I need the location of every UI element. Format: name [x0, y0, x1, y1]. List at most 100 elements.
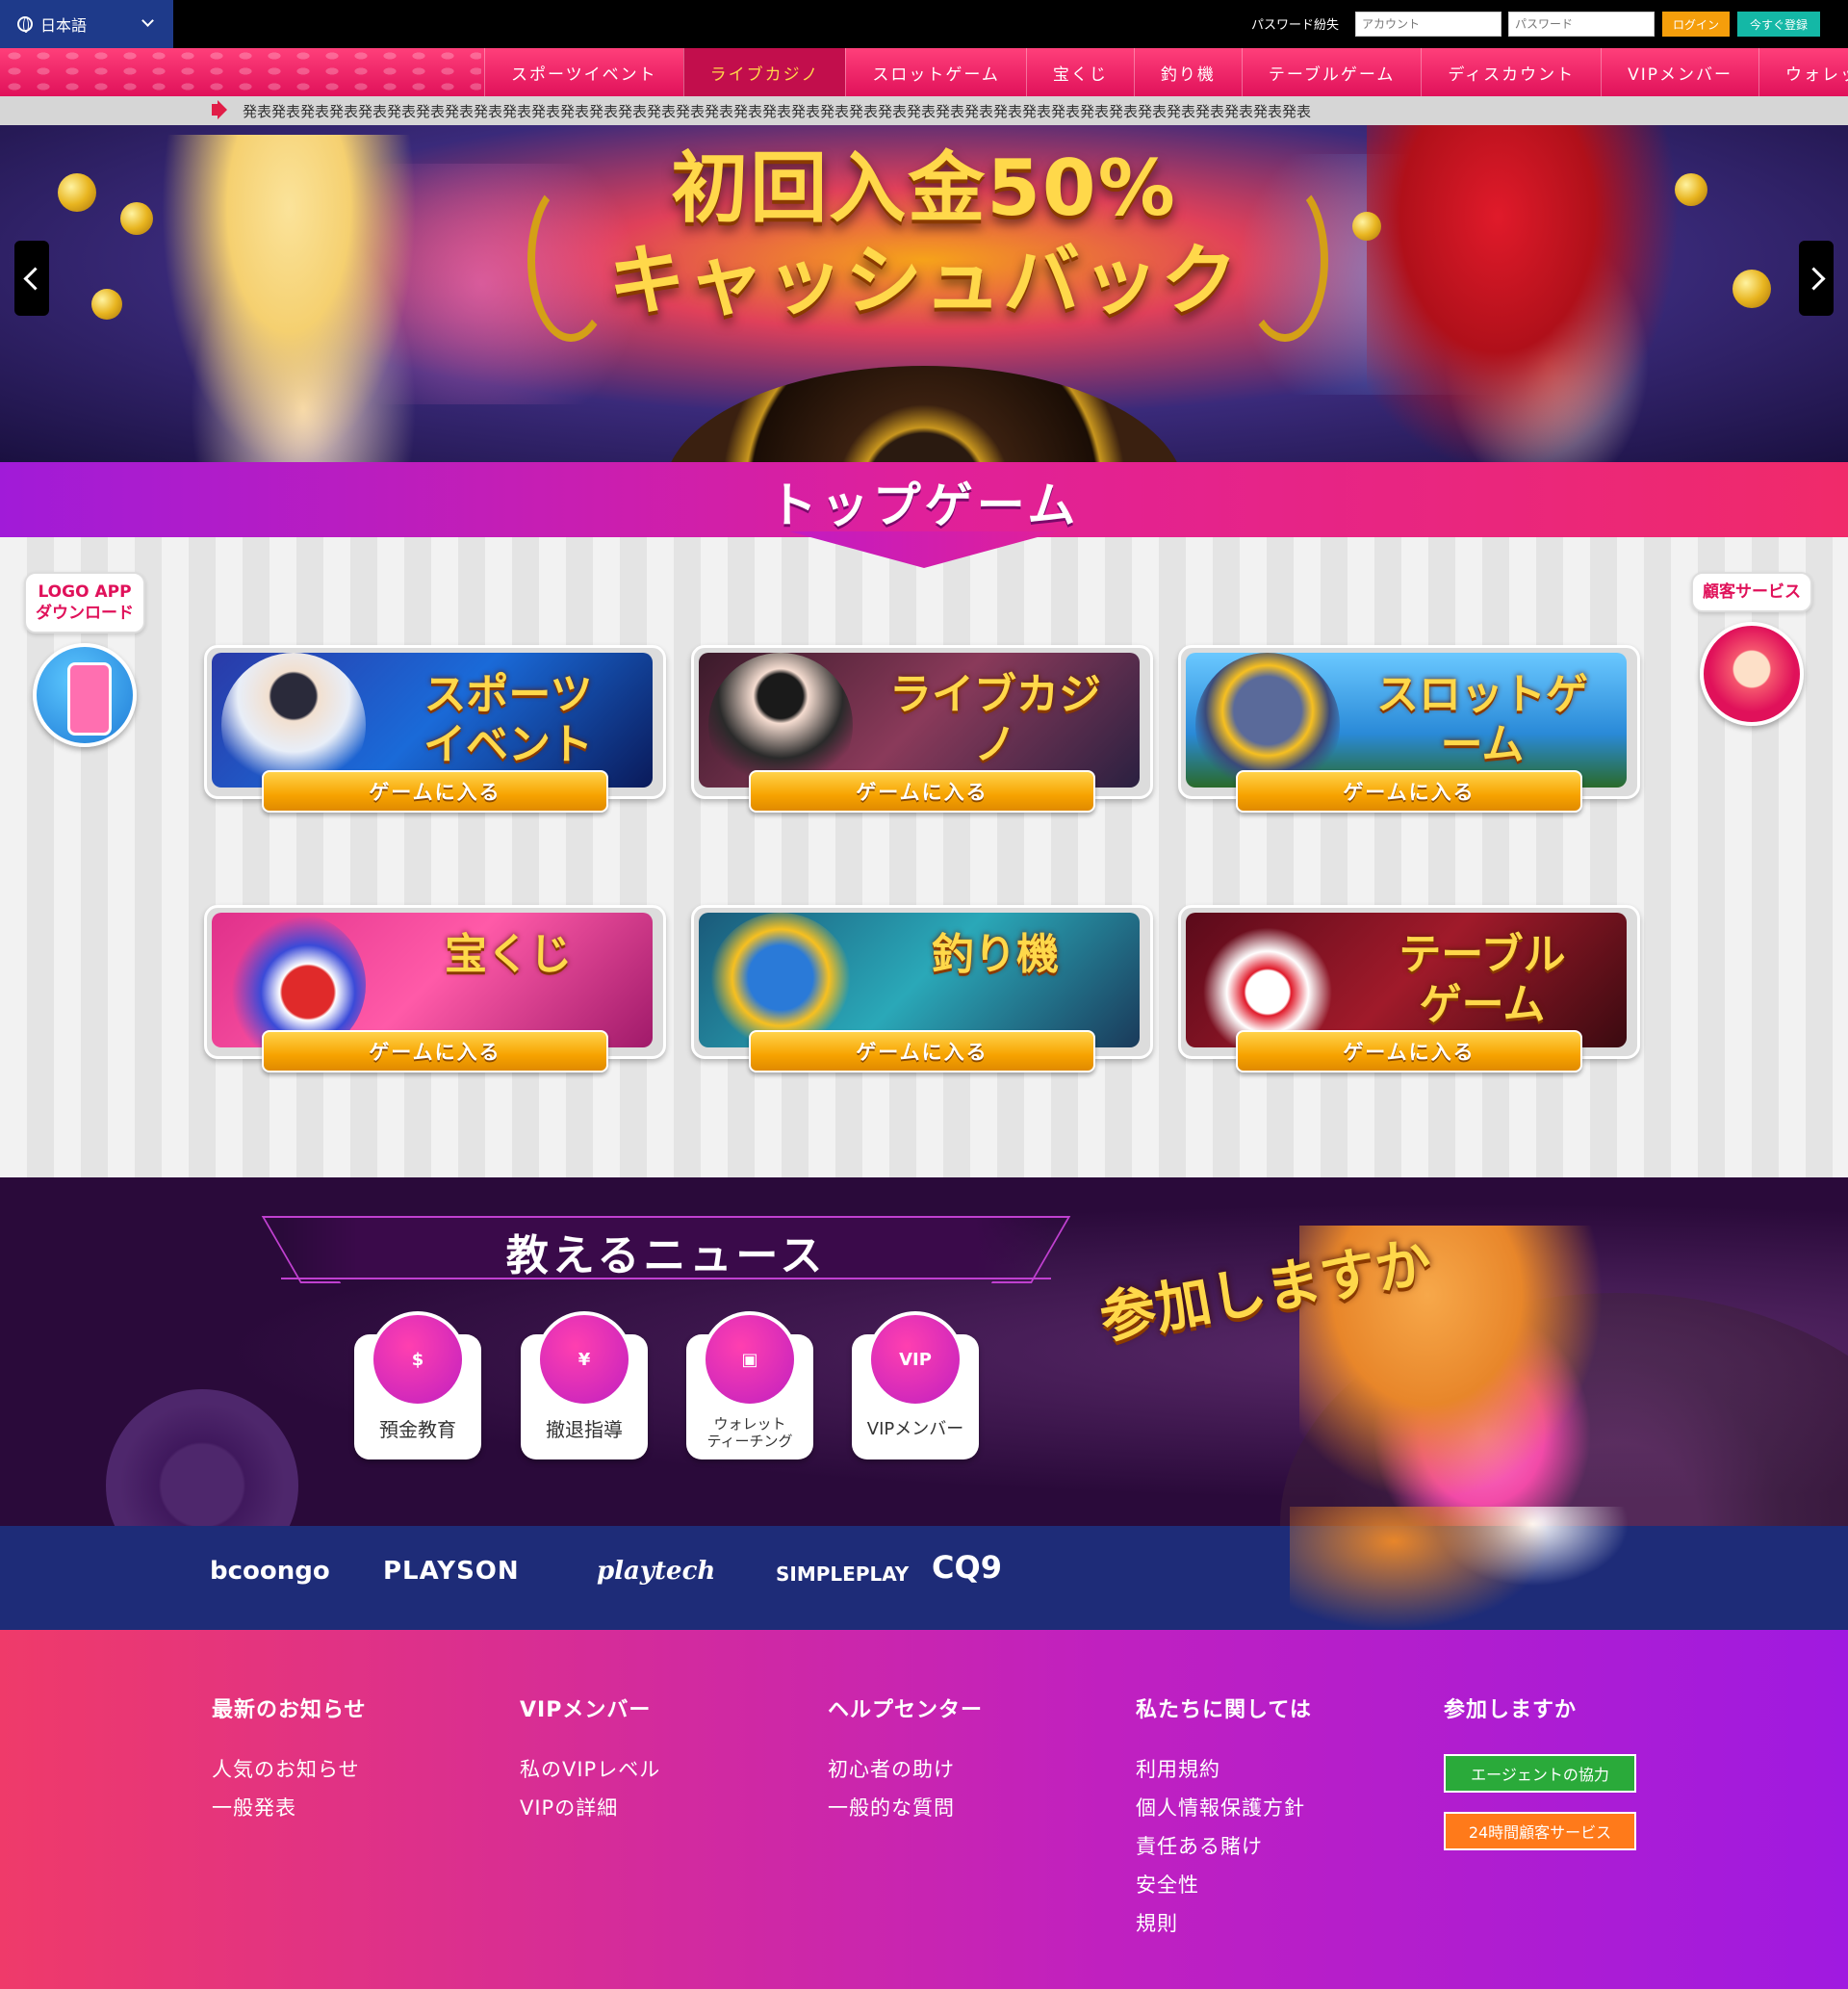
- provider-logo-playtech: playtech: [597, 1557, 716, 1586]
- piggy-bank-icon: $: [370, 1311, 466, 1408]
- news-card-withdraw[interactable]: ¥ 撤退指導: [521, 1311, 648, 1459]
- speaker-icon: [212, 100, 227, 119]
- nav-item-slots[interactable]: スロットゲーム: [845, 48, 1026, 96]
- footer-link[interactable]: 安全性: [1136, 1870, 1424, 1908]
- news-card-label: VIPメンバー: [866, 1419, 964, 1439]
- news-title: 教えるニュース: [505, 1231, 827, 1280]
- enter-game-button[interactable]: ゲームに入る: [1236, 1030, 1582, 1072]
- shark-image: [708, 913, 853, 1047]
- customer-service-bubble: 顧客サービス: [1691, 572, 1812, 612]
- phone-icon: [33, 643, 137, 747]
- main-nav: スポーツイベント ライブカジノ スロットゲーム 宝くじ 釣り機 テーブルゲーム …: [0, 48, 1848, 96]
- enter-game-button[interactable]: ゲームに入る: [749, 770, 1095, 813]
- carousel-next-button[interactable]: [1799, 241, 1834, 316]
- footer-link[interactable]: 一般的な質問: [828, 1793, 1116, 1831]
- customer-service-button[interactable]: 24時間顧客サービス: [1444, 1812, 1636, 1850]
- top-games-title: トップゲーム: [768, 478, 1080, 533]
- game-card-table-games[interactable]: テーブル ゲーム ゲームに入る: [1178, 905, 1640, 1072]
- top-games-area: [0, 537, 1848, 1177]
- footer-heading: 参加しますか: [1444, 1698, 1578, 1722]
- footer-link[interactable]: 利用規約: [1136, 1754, 1424, 1793]
- nav-item-fishing[interactable]: 釣り機: [1133, 48, 1242, 96]
- game-card-fishing[interactable]: 釣り機 ゲームに入る: [691, 905, 1153, 1072]
- game-title: ライブカジノ: [889, 670, 1101, 769]
- game-title: スポーツ: [424, 670, 593, 719]
- roulette-wheel-image: [664, 366, 1184, 462]
- game-title: ゲーム: [1419, 980, 1546, 1029]
- lottery-balls-image: [221, 913, 366, 1047]
- footer-column-about: 私たちに関しては 利用規約 個人情報保護方針 責任ある賭け 安全性 規則: [1136, 1692, 1424, 1947]
- soccer-player-image: [221, 653, 366, 788]
- register-button[interactable]: 今すぐ登録: [1737, 12, 1820, 37]
- game-title: イベント: [424, 720, 593, 769]
- game-title: テーブル: [1399, 930, 1566, 979]
- app-download-widget[interactable]: LOGO APP ダウンロード: [24, 572, 145, 747]
- enter-game-button[interactable]: ゲームに入る: [262, 1030, 608, 1072]
- enter-game-button[interactable]: ゲームに入る: [1236, 770, 1582, 813]
- chevron-down-icon: [141, 14, 154, 27]
- provider-logo-simpleplay: SIMPLEPLAY: [776, 1563, 910, 1586]
- footer-link[interactable]: 初心者の助け: [828, 1754, 1116, 1793]
- footer-column-join: 参加しますか エージェントの協力 24時間顧客サービス: [1444, 1692, 1732, 1870]
- enter-game-button[interactable]: ゲームに入る: [749, 1030, 1095, 1072]
- game-card-sports[interactable]: スポーツ イベント ゲームに入る: [204, 645, 666, 813]
- footer-column-news: 最新のお知らせ 人気のお知らせ 一般発表: [212, 1692, 500, 1831]
- game-card-lottery[interactable]: 宝くじ ゲームに入る: [204, 905, 666, 1072]
- top-bar: 日本語 パスワード紛失 ログイン 今すぐ登録: [0, 0, 1848, 48]
- nav-item-discount[interactable]: ディスカウント: [1421, 48, 1601, 96]
- footer-link[interactable]: 個人情報保護方針: [1136, 1793, 1424, 1831]
- footer-link[interactable]: 一般発表: [212, 1793, 500, 1831]
- gorilla-image: [1195, 653, 1340, 788]
- poker-chip-cards-image: [1195, 913, 1340, 1047]
- news-card-label: ウォレット ティーチング: [706, 1415, 793, 1450]
- game-title: スロットゲーム: [1376, 670, 1588, 769]
- footer-column-vip: VIPメンバー 私のVIPレベル VIPの詳細: [520, 1692, 808, 1831]
- hero-headline-line-1: 初回入金50%: [671, 143, 1177, 233]
- footer-link[interactable]: 人気のお知らせ: [212, 1754, 500, 1793]
- nav-item-vip[interactable]: VIPメンバー: [1601, 48, 1758, 96]
- money-withdraw-icon: ¥: [536, 1311, 632, 1408]
- game-title: 釣り機: [932, 930, 1059, 979]
- news-section: 教えるニュース 参加しますか $ 預金教育 ¥ 撤退指導 ▣ ウォレット ティー…: [0, 1177, 1848, 1526]
- footer-link[interactable]: 責任ある賭け: [1136, 1831, 1424, 1870]
- hero-banner[interactable]: 初回入金50% キャッシュバック: [0, 125, 1848, 462]
- footer-column-help: ヘルプセンター 初心者の助け 一般的な質問: [828, 1692, 1116, 1831]
- announcement-ticker: 発表発表発表発表発表発表発表発表発表発表発表発表発表発表発表発表発表発表発表発表…: [0, 96, 1848, 125]
- app-download-bubble: LOGO APP ダウンロード: [24, 572, 145, 633]
- news-card-vip[interactable]: VIP VIPメンバー: [852, 1311, 979, 1459]
- nav-item-wallet[interactable]: ウォレット: [1758, 48, 1848, 96]
- game-card-slots[interactable]: スロットゲーム ゲームに入る: [1178, 645, 1640, 813]
- game-card-live-casino[interactable]: ライブカジノ ゲームに入る: [691, 645, 1153, 813]
- footer: 最新のお知らせ 人気のお知らせ 一般発表 VIPメンバー 私のVIPレベル VI…: [0, 1630, 1848, 1989]
- nav-item-lottery[interactable]: 宝くじ: [1025, 48, 1134, 96]
- nav-item-sports[interactable]: スポーツイベント: [484, 48, 683, 96]
- language-selector[interactable]: 日本語: [0, 0, 173, 48]
- footer-link[interactable]: 私のVIPレベル: [520, 1754, 808, 1793]
- globe-icon: [17, 16, 33, 33]
- footer-heading: 最新のお知らせ: [212, 1698, 367, 1722]
- nav-decoration: [0, 48, 481, 96]
- language-label: 日本語: [40, 16, 88, 35]
- news-card-label: 預金教育: [379, 1418, 456, 1441]
- enter-game-button[interactable]: ゲームに入る: [262, 770, 608, 813]
- password-input[interactable]: [1508, 12, 1655, 37]
- login-button[interactable]: ログイン: [1662, 12, 1730, 37]
- hero-headline: 初回入金50% キャッシュバック: [0, 142, 1848, 327]
- agent-cooperation-button[interactable]: エージェントの協力: [1444, 1754, 1636, 1793]
- customer-service-widget[interactable]: 顧客サービス: [1691, 572, 1812, 726]
- provider-logo-playson: PLAYSON: [383, 1557, 520, 1586]
- carousel-prev-button[interactable]: [14, 241, 49, 316]
- ticker-text[interactable]: 発表発表発表発表発表発表発表発表発表発表発表発表発表発表発表発表発表発表発表発表…: [243, 101, 1330, 121]
- news-card-wallet[interactable]: ▣ ウォレット ティーチング: [686, 1311, 813, 1459]
- account-input[interactable]: [1355, 12, 1502, 37]
- news-card-label: 撤退指導: [546, 1418, 623, 1441]
- nav-item-live-casino[interactable]: ライブカジノ: [682, 48, 846, 96]
- footer-link[interactable]: VIPの詳細: [520, 1793, 808, 1831]
- cat-girl-image: [708, 653, 853, 788]
- forgot-password-link[interactable]: パスワード紛失: [1251, 14, 1339, 33]
- nav-item-table-games[interactable]: テーブルゲーム: [1241, 48, 1421, 96]
- news-card-deposit[interactable]: $ 預金教育: [354, 1311, 481, 1459]
- footer-link[interactable]: 規則: [1136, 1908, 1424, 1947]
- vip-crown-icon: VIP: [867, 1311, 963, 1408]
- provider-logo-booongo: bcoongo: [210, 1557, 330, 1586]
